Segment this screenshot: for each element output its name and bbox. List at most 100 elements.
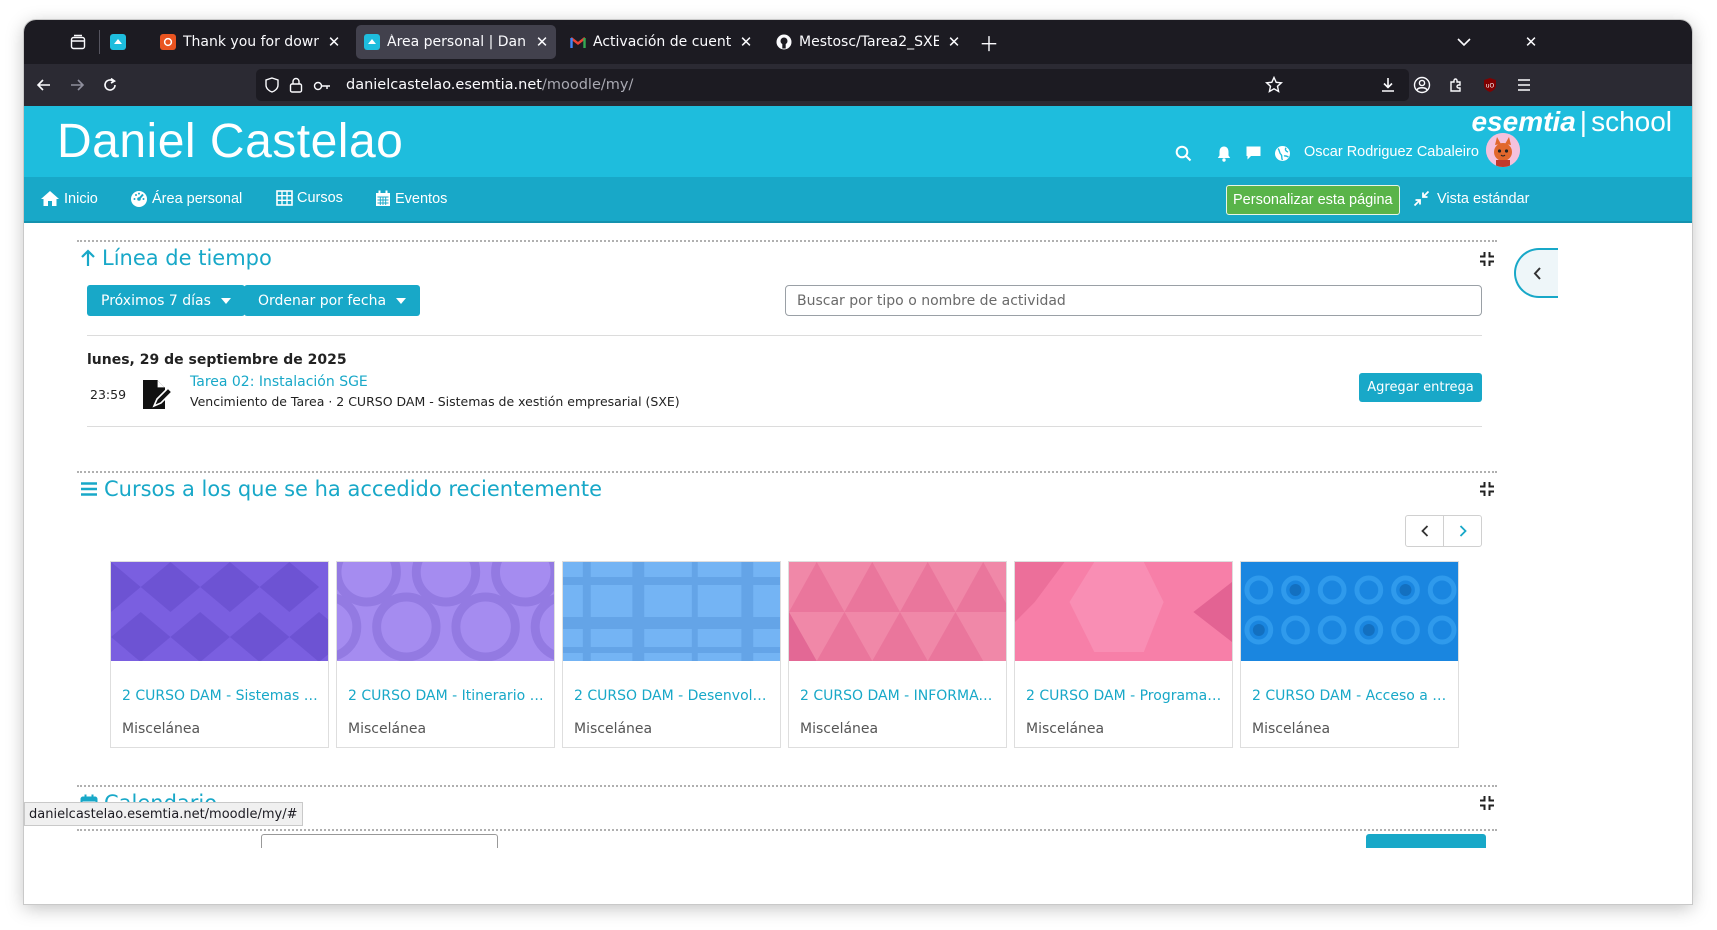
collapse-icon[interactable]	[1479, 795, 1497, 813]
nav-item-cursos[interactable]: Cursos	[276, 190, 343, 206]
globe-icon[interactable]	[1271, 142, 1293, 164]
collapse-icon[interactable]	[1479, 481, 1497, 499]
moodle-icon	[110, 34, 126, 50]
site-title[interactable]: Daniel Castelao	[57, 114, 403, 169]
collapse-icon[interactable]	[1479, 251, 1497, 269]
course-category: Miscelánea	[800, 721, 879, 737]
caret-down-icon	[220, 297, 231, 304]
customize-page-button[interactable]: Personalizar esta página	[1226, 185, 1400, 215]
bookmark-star-icon[interactable]	[1264, 75, 1284, 98]
course-category: Miscelánea	[122, 721, 201, 737]
browser-window: Thank you for downloadin ✕ Área personal…	[24, 20, 1692, 904]
course-name[interactable]: 2 CURSO DAM - Itinerario pe...	[348, 688, 548, 704]
calendar-icon	[376, 190, 390, 206]
course-category: Miscelánea	[348, 721, 427, 737]
url-text[interactable]: danielcastelao.esemtia.net/moodle/my/	[346, 77, 633, 93]
timeline-filter-dropdown[interactable]: Próximos 7 días	[87, 285, 245, 316]
carousel-next-button[interactable]	[1443, 515, 1482, 547]
open-drawer-button[interactable]	[1514, 248, 1558, 298]
bell-icon[interactable]	[1213, 142, 1235, 164]
timeline-block-title[interactable]: Línea de tiempo	[80, 246, 272, 270]
course-card[interactable]: 2 CURSO DAM - INFORMACI... Miscelánea	[788, 561, 1007, 748]
site-header: Daniel Castelao esemtia | school Oscar Rod…	[24, 106, 1692, 177]
divider	[87, 335, 1482, 336]
event-details: Vencimiento de Tarea · 2 CURSO DAM - Sis…	[190, 394, 680, 409]
course-name[interactable]: 2 CURSO DAM - INFORMACI...	[800, 688, 1000, 704]
course-category: Miscelánea	[574, 721, 653, 737]
course-name[interactable]: 2 CURSO DAM - Acceso a da...	[1252, 688, 1452, 704]
timeline-search-input[interactable]	[785, 285, 1482, 316]
tab-github[interactable]: Mestosc/Tarea2_SXE: Seg ✕	[768, 25, 968, 59]
pinned-tab-moodle[interactable]	[104, 28, 132, 56]
new-tab-icon[interactable]: ＋	[975, 28, 1003, 56]
forward-icon[interactable]	[63, 71, 91, 99]
course-image	[337, 562, 554, 661]
nav-item-label: Inicio	[64, 190, 98, 207]
tab-area-personal[interactable]: Área personal | Daniel Ca ✕	[356, 25, 556, 59]
url-path: /moodle/my/	[541, 77, 634, 93]
standard-view-button[interactable]: Vista estándar	[1413, 190, 1529, 207]
tab-gmail[interactable]: Activación de cuenta - oro ✕	[562, 25, 760, 59]
tab-title: Thank you for downloadin	[183, 34, 319, 50]
close-icon[interactable]: ✕	[946, 33, 962, 51]
event-link[interactable]: Tarea 02: Instalación SGE	[190, 374, 368, 390]
course-card[interactable]: 2 CURSO DAM - Sistemas de... Miscelánea	[110, 561, 329, 748]
add-submission-button[interactable]: Agregar entrega	[1359, 373, 1482, 402]
nav-item-eventos[interactable]: Eventos	[375, 190, 447, 207]
nav-item-inicio[interactable]: Inicio	[40, 190, 98, 207]
tab-title: Activación de cuenta - oro	[593, 34, 731, 50]
event-time: 23:59	[90, 387, 127, 402]
user-name[interactable]: Oscar Rodriguez Cabaleiro	[1304, 144, 1479, 160]
timeline-title: Línea de tiempo	[102, 246, 272, 270]
close-icon[interactable]: ✕	[534, 33, 550, 51]
brand-main: esemtia	[1471, 106, 1576, 137]
course-name[interactable]: 2 CURSO DAM - Programaci...	[1026, 688, 1226, 704]
dashboard-icon	[131, 191, 147, 207]
chevron-left-icon	[1533, 266, 1541, 280]
block-divider	[77, 829, 1497, 831]
close-window-icon[interactable]: ✕	[1517, 28, 1545, 56]
course-card[interactable]: 2 CURSO DAM - Acceso a da... Miscelánea	[1240, 561, 1459, 748]
lock-icon[interactable]	[289, 77, 303, 97]
extensions-icon[interactable]	[1442, 71, 1470, 99]
block-divider	[77, 785, 1497, 787]
timeline-sort-dropdown[interactable]: Ordenar por fecha	[244, 285, 421, 316]
course-image	[789, 562, 1006, 661]
close-icon[interactable]: ✕	[326, 33, 342, 51]
carousel-prev-button[interactable]	[1405, 515, 1444, 547]
list-all-tabs-icon[interactable]	[1450, 28, 1478, 56]
course-card[interactable]: 2 CURSO DAM - Programaci... Miscelánea	[1014, 561, 1233, 748]
svg-text:uO: uO	[1486, 83, 1495, 90]
course-image	[563, 562, 780, 661]
course-card[interactable]: 2 CURSO DAM - Desenvolve... Miscelánea	[562, 561, 781, 748]
menu-icon[interactable]	[1510, 71, 1538, 99]
course-name[interactable]: 2 CURSO DAM - Desenvolve...	[574, 688, 774, 704]
ublock-icon[interactable]: uO	[1476, 71, 1504, 99]
tab-ubuntu[interactable]: Thank you for downloadin ✕	[152, 25, 348, 59]
bars-icon	[81, 482, 97, 496]
reload-icon[interactable]	[96, 71, 124, 99]
calendar-new-event-button[interactable]	[1366, 834, 1486, 848]
search-icon[interactable]	[1172, 142, 1194, 164]
account-icon[interactable]	[1408, 71, 1436, 99]
messages-icon[interactable]	[1242, 142, 1264, 164]
nav-item-label: Eventos	[395, 190, 448, 207]
tab-title: Área personal | Daniel Ca	[387, 34, 527, 50]
avatar[interactable]	[1486, 133, 1520, 167]
close-icon[interactable]: ✕	[738, 33, 754, 51]
downloads-icon[interactable]	[1374, 71, 1402, 99]
grid-icon	[276, 190, 293, 206]
assignment-icon	[140, 379, 174, 411]
course-name[interactable]: 2 CURSO DAM - Sistemas de...	[122, 688, 322, 704]
address-bar[interactable]: danielcastelao.esemtia.net/moodle/my/	[256, 69, 1409, 101]
recent-courses-block-title[interactable]: Cursos a los que se ha accedido reciente…	[80, 477, 602, 501]
tab-overview-icon[interactable]	[64, 28, 92, 56]
calendar-course-select[interactable]	[261, 834, 498, 848]
course-image	[1015, 562, 1232, 661]
nav-item-area-personal[interactable]: Área personal	[130, 190, 242, 208]
compress-icon	[1413, 190, 1430, 207]
shield-icon[interactable]	[264, 77, 280, 97]
key-icon[interactable]	[313, 78, 331, 97]
back-icon[interactable]	[30, 71, 58, 99]
course-card[interactable]: 2 CURSO DAM - Itinerario pe... Misceláne…	[336, 561, 555, 748]
